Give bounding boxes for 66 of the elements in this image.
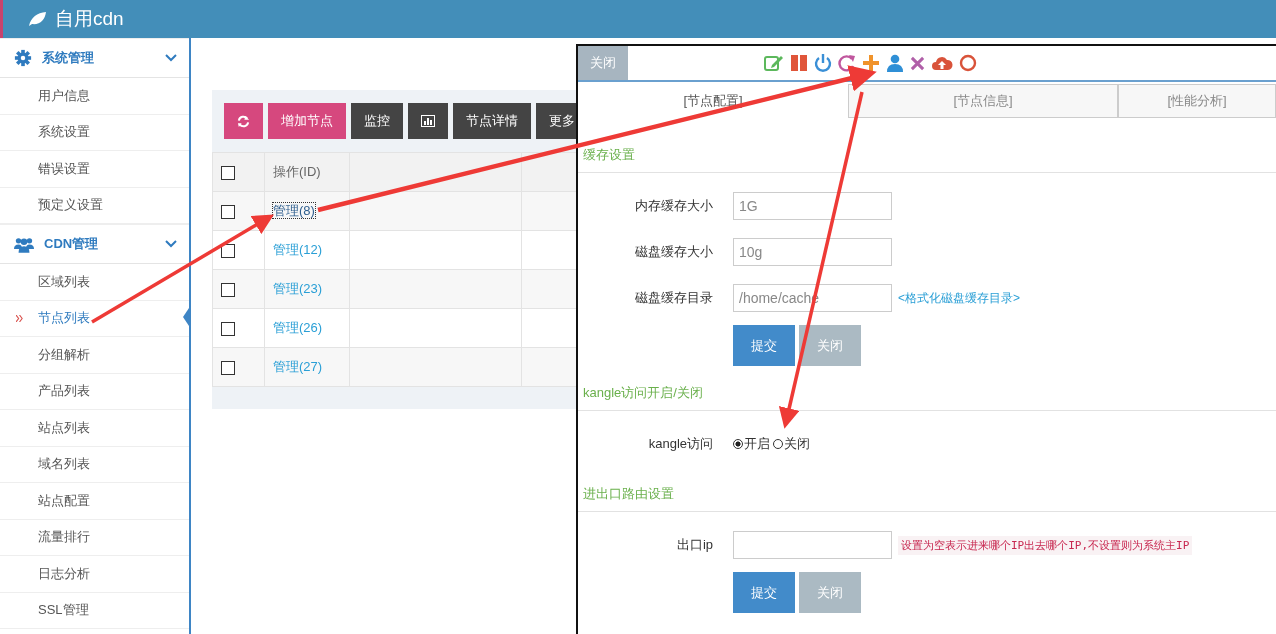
gear-icon [14, 49, 32, 67]
manage-link[interactable]: 管理(8) [273, 203, 315, 218]
sidebar-item[interactable]: 系统设置 [0, 114, 189, 151]
field-label: 内存缓存大小 [634, 197, 714, 215]
sidebar-item[interactable]: 站点列表 [0, 410, 189, 447]
chart-icon [421, 115, 435, 127]
double-chevron-icon [16, 314, 23, 322]
checkbox[interactable] [221, 204, 235, 219]
sidebar-item[interactable]: 错误设置 [0, 151, 189, 188]
hint-text: 设置为空表示进来哪个IP出去哪个IP,不设置则为系统主IP [898, 535, 1193, 555]
field-label: 磁盘缓存大小 [634, 243, 714, 261]
input-field[interactable]: 1G [733, 192, 892, 220]
sidebar-item[interactable]: 流量排行 [0, 519, 189, 556]
leaf-icon [27, 11, 47, 27]
refresh-icon[interactable] [838, 54, 856, 72]
checkbox[interactable] [221, 282, 235, 297]
radio-option[interactable]: 开启 [733, 435, 770, 453]
field-label: 磁盘缓存目录 [634, 289, 714, 307]
group-title: CDN管理 [44, 235, 100, 253]
column-header: 操作(ID) [273, 164, 321, 179]
group-title: 系统管理 [42, 49, 95, 67]
app-title: 自用cdn [55, 7, 124, 31]
sidebar-item[interactable]: 区域列表 [0, 264, 189, 301]
input-field[interactable]: 10g [733, 238, 892, 266]
sidebar-item[interactable]: 日志分析 [0, 556, 189, 593]
submit-button[interactable]: 提交 [733, 572, 795, 613]
sidebar-item[interactable]: 分组解析 [0, 337, 189, 374]
sidebar-item[interactable]: 域名列表 [0, 446, 189, 483]
plus-icon[interactable] [862, 54, 880, 72]
power-icon[interactable] [814, 54, 832, 72]
field-label: 出口ip [675, 536, 714, 554]
input-field[interactable] [733, 531, 892, 559]
sidebar-item[interactable]: 节点列表 [0, 300, 189, 337]
chevron-icon [165, 54, 177, 62]
checkbox[interactable] [221, 321, 235, 336]
field-label: kangle访问 [647, 435, 714, 453]
chart-button[interactable] [408, 103, 448, 139]
sidebar-item[interactable]: SSL管理 [0, 592, 189, 629]
refresh-button[interactable] [224, 103, 263, 139]
sidebar-item[interactable]: 站点配置 [0, 483, 189, 520]
sidebar-item[interactable]: 预定义设置 [0, 187, 189, 224]
circle-icon[interactable] [959, 54, 977, 72]
user-icon[interactable] [886, 54, 904, 72]
section-title: kangle访问开启/关闭 [578, 366, 1276, 411]
sidebar-group[interactable]: 系统管理 [0, 38, 189, 78]
toolbar-button[interactable]: 监控 [351, 103, 403, 139]
section-title: 进出口路由设置 [578, 467, 1276, 512]
sidebar-item[interactable]: 用户信息 [0, 78, 189, 115]
chevron-icon [165, 240, 177, 248]
toolbar-button[interactable]: 增加节点 [268, 103, 346, 139]
edit-icon[interactable] [764, 54, 784, 72]
close-icon[interactable] [910, 55, 925, 71]
checkbox[interactable] [221, 165, 235, 180]
radio-option[interactable]: 关闭 [773, 435, 810, 453]
pause-icon[interactable] [790, 54, 808, 72]
sidebar-group[interactable]: CDN管理 [0, 224, 189, 264]
refresh-icon [237, 114, 250, 128]
cloud-upload-icon[interactable] [931, 55, 953, 71]
tab[interactable]: [节点信息] [848, 84, 1118, 118]
sidebar-item[interactable]: 产品列表 [0, 373, 189, 410]
toolbar-button[interactable]: 节点详情 [453, 103, 531, 139]
checkbox[interactable] [221, 360, 235, 375]
section-title: 缓存设置 [578, 118, 1276, 173]
submit-button[interactable]: 提交 [733, 325, 795, 366]
tab[interactable]: [性能分析] [1118, 84, 1276, 118]
users-icon [14, 235, 34, 253]
